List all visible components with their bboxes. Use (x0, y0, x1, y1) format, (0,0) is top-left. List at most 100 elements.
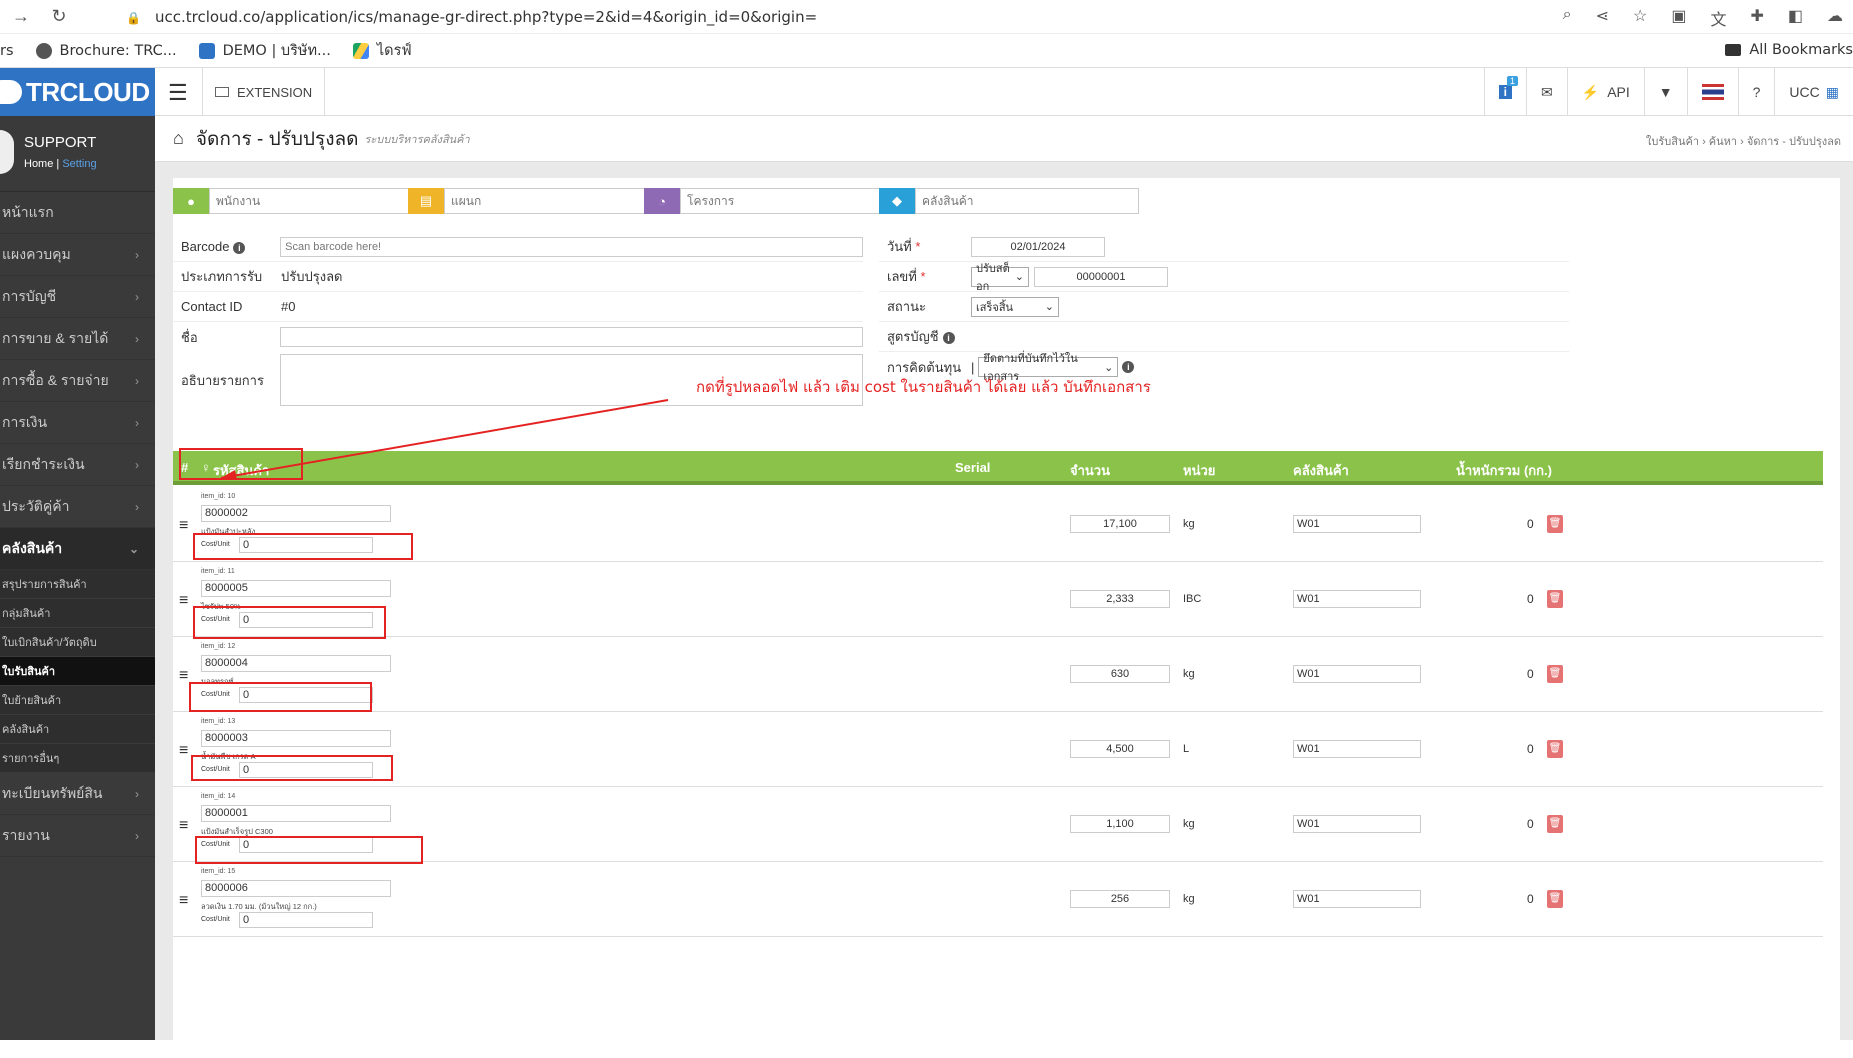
language-button[interactable] (1686, 68, 1738, 116)
warehouse-input[interactable]: W01 (1293, 515, 1421, 533)
logo[interactable]: TRCLOUD (0, 68, 155, 116)
share-icon[interactable]: ⋖ (1596, 6, 1609, 30)
item-code-input[interactable]: 8000005 (201, 580, 391, 597)
bookmark-item[interactable]: DEMO | บริษัท... (198, 39, 331, 62)
bookmark-item[interactable]: rs (0, 43, 14, 59)
mail-button[interactable]: ✉ (1526, 68, 1567, 116)
setting-link[interactable]: Setting (62, 158, 96, 170)
home-link[interactable]: Home (24, 158, 53, 170)
employee-input[interactable] (209, 188, 433, 214)
info-icon[interactable]: i (233, 242, 246, 254)
status-select[interactable]: เสร็จสิ้น ⌄ (971, 296, 1059, 317)
drag-handle-icon[interactable]: ≡ (179, 592, 188, 610)
forward-icon[interactable]: → (4, 6, 38, 27)
sidebar-sub-item-active[interactable]: ใบรับสินค้า (0, 657, 155, 686)
puzzle-icon[interactable]: ✚ (1750, 6, 1763, 30)
address-bar[interactable]: 🔒 ucc.trcloud.co/application/ics/manage-g… (126, 8, 817, 26)
info-button[interactable]: i1 (1483, 68, 1526, 116)
warehouse-filter: ◆ (879, 188, 1139, 214)
costing-select[interactable]: ยึดตามที่บันทึกไว้ในเอกสาร ⌄ (978, 353, 1119, 383)
trash-icon[interactable]: 🗑 (1547, 815, 1563, 833)
zoom-icon[interactable]: ⌕ (1563, 6, 1572, 30)
drag-handle-icon[interactable]: ≡ (179, 667, 188, 685)
sidepanel-icon[interactable]: ◧ (1788, 6, 1803, 30)
item-code-input[interactable]: 8000002 (201, 505, 391, 522)
trash-icon[interactable]: 🗑 (1547, 740, 1563, 758)
api-button[interactable]: ⚡ API (1566, 68, 1644, 116)
barcode-input[interactable]: Scan barcode here! (280, 236, 863, 257)
home-icon[interactable]: ⌂ (173, 128, 184, 149)
trash-icon[interactable]: 🗑 (1547, 665, 1563, 683)
cost-input[interactable]: 0 (239, 912, 373, 928)
date-input[interactable]: 02/01/2024 (971, 236, 1105, 257)
barcode-row: Barcode i Scan barcode here! (173, 232, 863, 262)
drag-handle-icon[interactable]: ≡ (179, 892, 188, 910)
qty-input[interactable]: 4,500 (1070, 740, 1170, 758)
sidebar-sub-item[interactable]: รายการอื่นๆ (0, 744, 155, 773)
trash-icon[interactable]: 🗑 (1547, 890, 1563, 908)
sidebar-item-finance[interactable]: การเงิน › (0, 402, 155, 444)
item-code-input[interactable]: 8000003 (201, 730, 391, 747)
warehouse-input[interactable]: W01 (1293, 890, 1421, 908)
warehouse-input[interactable]: W01 (1293, 740, 1421, 758)
menu-toggle-icon[interactable]: ☰ (168, 80, 188, 106)
sidebar-item-dashboard[interactable]: แผงควบคุม › (0, 234, 155, 276)
sidebar-sub-item[interactable]: ใบเบิกสินค้า/วัตถุดิบ (0, 628, 155, 657)
sidebar-item-reports[interactable]: รายงาน › (0, 815, 155, 857)
sidebar-item-inventory[interactable]: คลังสินค้า ⌄ (0, 528, 155, 570)
unit: kg (1183, 518, 1195, 530)
sidebar-item-purchase[interactable]: การซื้อ & รายจ่าย › (0, 360, 155, 402)
company-button[interactable]: UCC ▦ (1774, 68, 1853, 116)
dropdown-button[interactable]: ▼ (1643, 68, 1687, 116)
sidebar-sub-item[interactable]: ใบย้ายสินค้า (0, 686, 155, 715)
help-button[interactable]: ? (1737, 68, 1775, 116)
sidebar-sub-item[interactable]: คลังสินค้า (0, 715, 155, 744)
qty-input[interactable]: 1,100 (1070, 815, 1170, 833)
info-icon[interactable]: i (1122, 361, 1135, 373)
trash-icon[interactable]: 🗑 (1547, 590, 1563, 608)
number-type-select[interactable]: ปรับสต็อก ⌄ (971, 263, 1029, 293)
cube-icon: ◆ (879, 188, 915, 214)
trash-icon[interactable]: 🗑 (1547, 515, 1563, 533)
all-bookmarks[interactable]: All Bookmarks (1725, 42, 1853, 58)
chevron-right-icon: › (135, 828, 139, 843)
star-icon[interactable]: ☆ (1633, 6, 1647, 30)
extension-button[interactable]: EXTENSION (202, 68, 326, 116)
extension-icon[interactable]: ▣ (1671, 6, 1686, 30)
sidebar-item-sales[interactable]: การขาย & รายได้ › (0, 318, 155, 360)
reload-icon[interactable]: ↻ (42, 6, 76, 27)
drag-handle-icon[interactable]: ≡ (179, 742, 188, 760)
sidebar-sub-item[interactable]: สรุปรายการสินค้า (0, 570, 155, 599)
item-code-input[interactable]: 8000001 (201, 805, 391, 822)
sidebar-sub-item[interactable]: กลุ่มสินค้า (0, 599, 155, 628)
drag-handle-icon[interactable]: ≡ (179, 517, 188, 535)
item-code-input[interactable]: 8000006 (201, 880, 391, 897)
info-icon[interactable]: i (942, 332, 955, 344)
qty-input[interactable]: 256 (1070, 890, 1170, 908)
cloud-icon[interactable]: ☁ (1827, 6, 1843, 30)
number-input[interactable]: 00000001 (1034, 266, 1168, 287)
project-input[interactable] (680, 188, 904, 214)
name-input[interactable] (280, 327, 863, 347)
drag-handle-icon[interactable]: ≡ (179, 817, 188, 835)
item-code-input[interactable]: 8000004 (201, 655, 391, 672)
sidebar-item-home[interactable]: หน้าแรก (0, 192, 155, 234)
qty-input[interactable]: 2,333 (1070, 590, 1170, 608)
sidebar-item-assets[interactable]: ทะเบียนทรัพย์สิน › (0, 773, 155, 815)
project-filter: ◔ (644, 188, 904, 214)
qty-input[interactable]: 17,100 (1070, 515, 1170, 533)
sidebar-item-partners[interactable]: ประวัติคู่ค้า › (0, 486, 155, 528)
warehouse-input[interactable]: W01 (1293, 590, 1421, 608)
warehouse-input[interactable]: W01 (1293, 665, 1421, 683)
qty-input[interactable]: 630 (1070, 665, 1170, 683)
translate-icon[interactable]: 文 (1710, 6, 1726, 30)
chevron-right-icon: › (135, 331, 139, 346)
department-input[interactable] (444, 188, 668, 214)
warehouse-input[interactable] (915, 188, 1139, 214)
sidebar-item-billing[interactable]: เรียกชำระเงิน › (0, 444, 155, 486)
sidebar-item-accounting[interactable]: การบัญชี › (0, 276, 155, 318)
bookmark-item[interactable]: Brochure: TRC... (35, 42, 177, 59)
bookmark-item[interactable]: ไดรฟ์ (352, 39, 412, 62)
warehouse-input[interactable]: W01 (1293, 815, 1421, 833)
breadcrumb[interactable]: ใบรับสินค้า › ค้นหา › จัดการ - ปรับปรุงล… (1646, 132, 1841, 150)
